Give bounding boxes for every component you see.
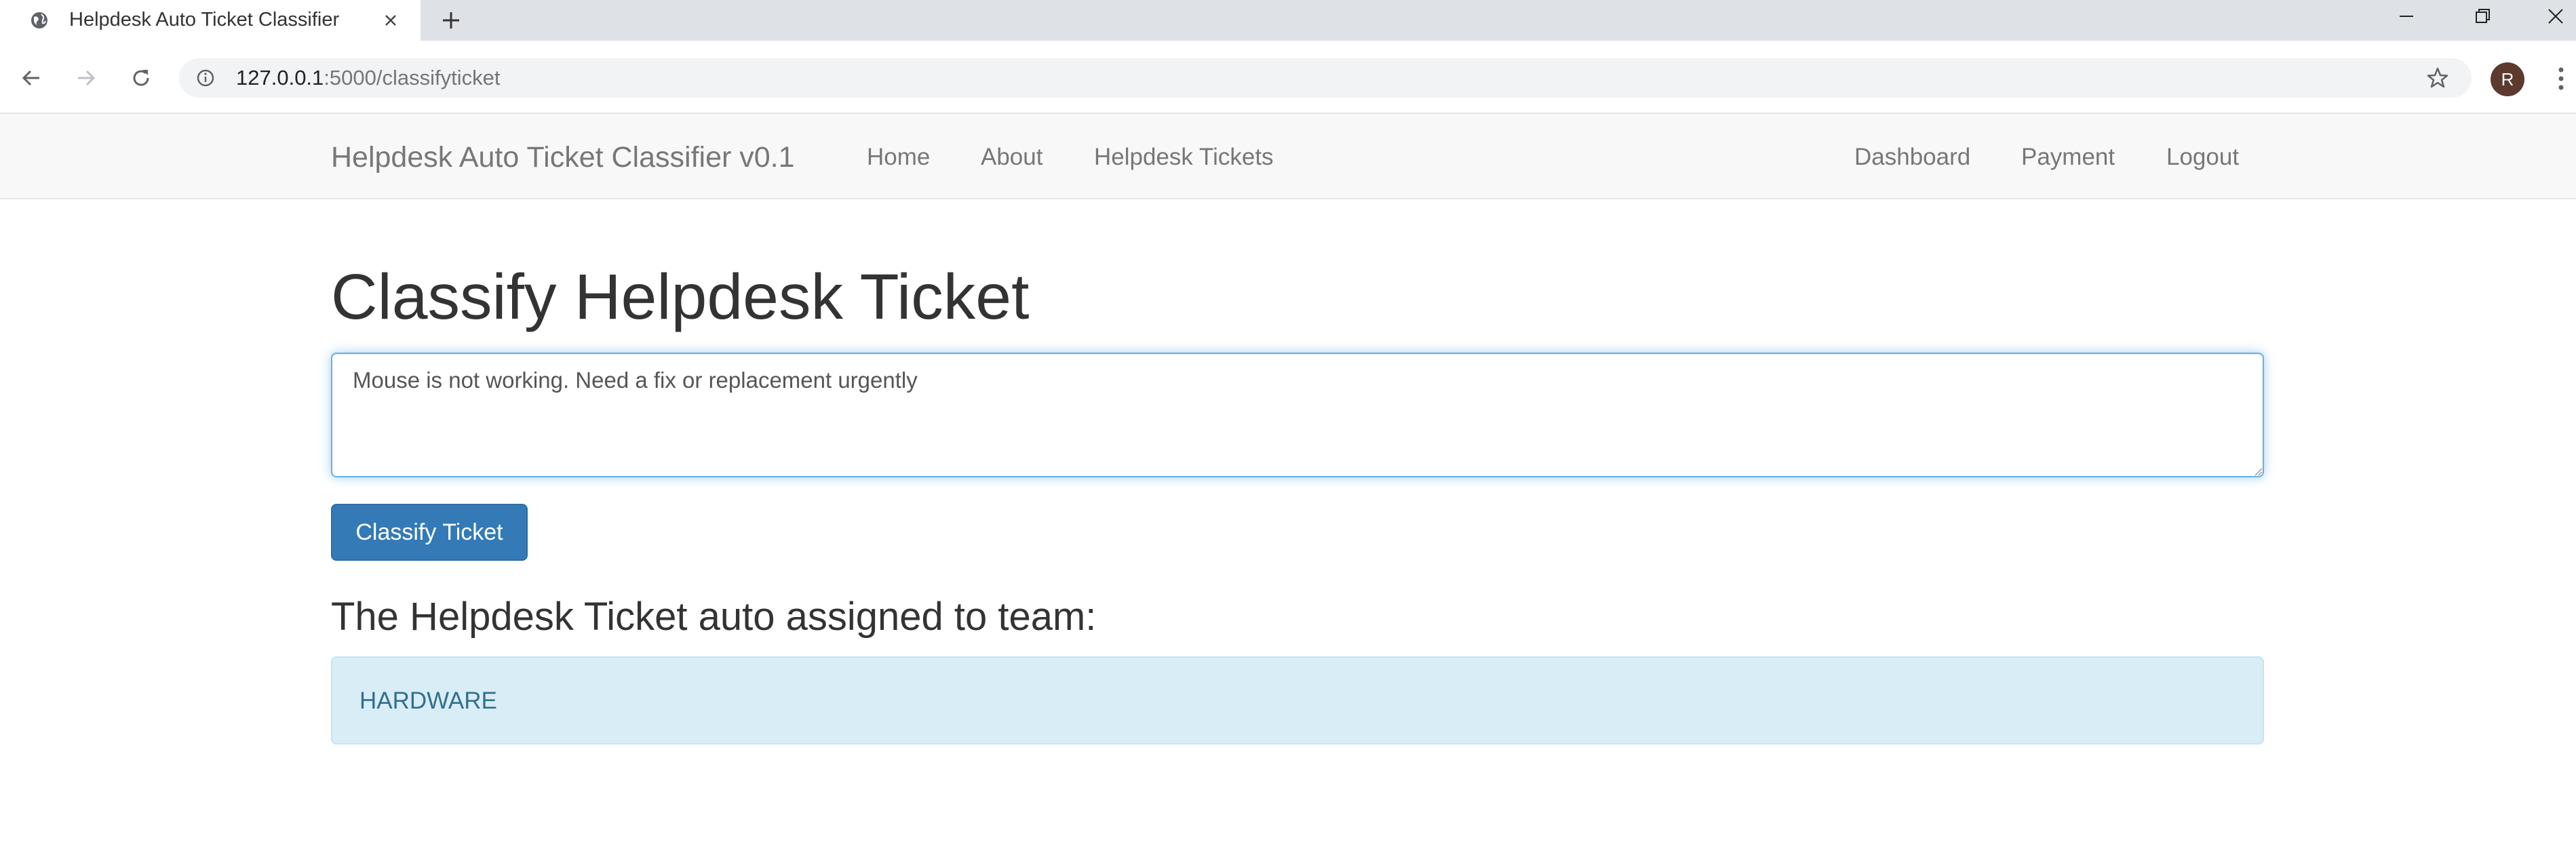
result-heading: The Helpdesk Ticket auto assigned to tea… bbox=[331, 595, 1097, 639]
browser-toolbar: 127.0.0.1:5000/classifyticket R bbox=[0, 41, 2576, 114]
classify-ticket-button[interactable]: Classify Ticket bbox=[331, 504, 528, 561]
reload-icon[interactable] bbox=[128, 64, 155, 92]
url-text[interactable]: 127.0.0.1:5000/classifyticket bbox=[236, 66, 500, 90]
nav-link-helpdesk-tickets[interactable]: Helpdesk Tickets bbox=[1094, 144, 1274, 171]
url-host: 127.0.0.1 bbox=[236, 66, 324, 90]
arrow-left-icon[interactable] bbox=[18, 64, 45, 92]
plus-icon[interactable] bbox=[439, 8, 463, 33]
nav-link-logout[interactable]: Logout bbox=[2166, 144, 2239, 171]
url-path: :5000/classifyticket bbox=[324, 66, 501, 90]
browser-tab[interactable]: Helpdesk Auto Ticket Classifier bbox=[0, 0, 421, 41]
window-close-icon[interactable] bbox=[2542, 3, 2569, 30]
assigned-team-label: HARDWARE bbox=[359, 688, 497, 714]
arrow-right-icon[interactable] bbox=[73, 64, 100, 92]
nav-link-home[interactable]: Home bbox=[867, 144, 930, 171]
avatar[interactable]: R bbox=[2491, 62, 2524, 96]
resize-handle-icon[interactable] bbox=[2252, 465, 2263, 476]
info-icon[interactable] bbox=[195, 68, 216, 88]
address-bar[interactable]: 127.0.0.1:5000/classifyticket bbox=[179, 58, 2472, 98]
result-alert: HARDWARE bbox=[331, 656, 2264, 745]
restore-icon[interactable] bbox=[2469, 3, 2496, 30]
tab-title: Helpdesk Auto Ticket Classifier bbox=[69, 9, 340, 31]
kebab-menu-icon[interactable] bbox=[2553, 64, 2569, 94]
browser-tabstrip: Helpdesk Auto Ticket Classifier bbox=[0, 0, 2576, 41]
star-icon[interactable] bbox=[2425, 66, 2450, 90]
ticket-text-input[interactable]: Mouse is not working. Need a fix or repl… bbox=[331, 353, 2264, 477]
close-icon[interactable] bbox=[380, 9, 402, 31]
minimize-icon[interactable] bbox=[2393, 3, 2420, 30]
page-title: Classify Helpdesk Ticket bbox=[331, 261, 1030, 333]
nav-link-payment[interactable]: Payment bbox=[2021, 144, 2115, 171]
site-navbar: Helpdesk Auto Ticket Classifier v0.1 Hom… bbox=[0, 114, 2576, 199]
nav-link-dashboard[interactable]: Dashboard bbox=[1854, 144, 1970, 171]
nav-link-about[interactable]: About bbox=[981, 144, 1042, 171]
globe-icon bbox=[31, 12, 47, 28]
navbar-brand[interactable]: Helpdesk Auto Ticket Classifier v0.1 bbox=[331, 141, 795, 174]
